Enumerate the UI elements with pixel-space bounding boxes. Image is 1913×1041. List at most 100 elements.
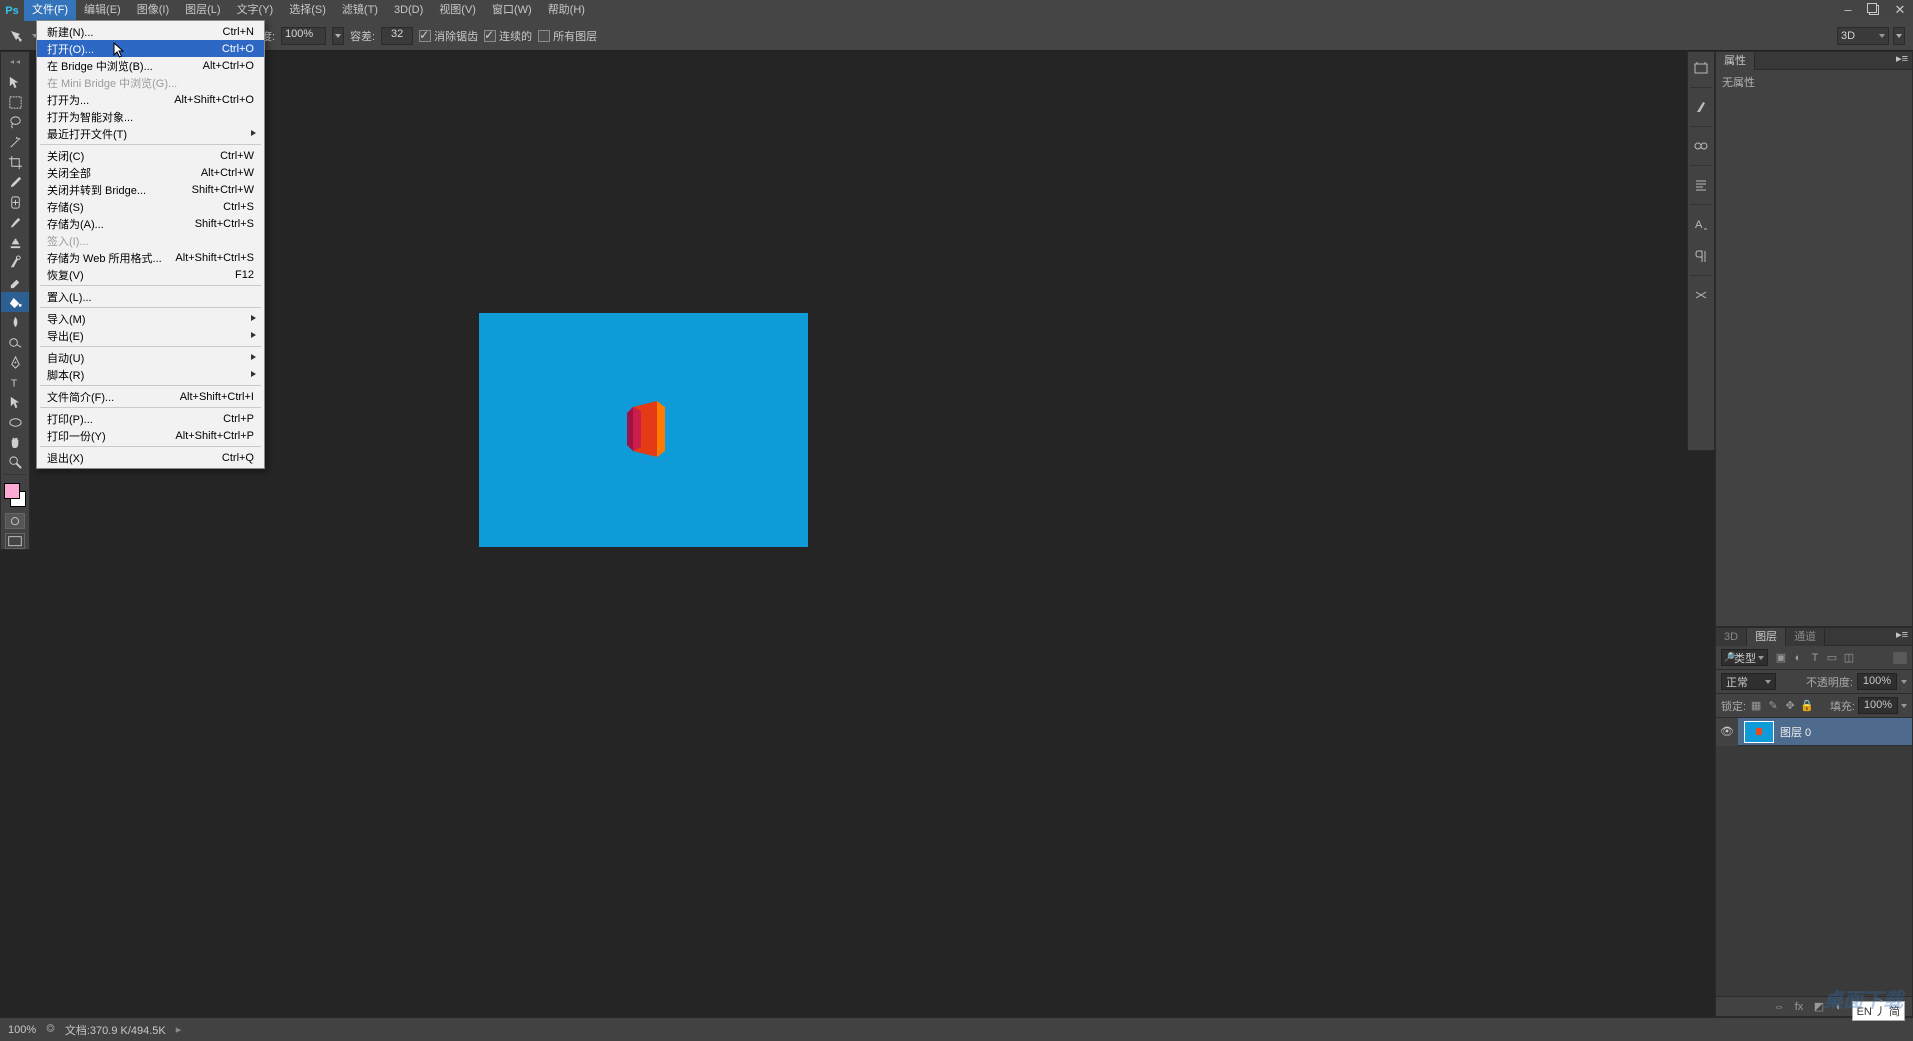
menu-item[interactable]: 打印一份(Y)Alt+Shift+Ctrl+P	[37, 427, 264, 444]
layer-item-0[interactable]: 👁 图层 0	[1716, 718, 1912, 746]
dodge-tool[interactable]	[1, 332, 29, 352]
status-zoom-value[interactable]: 100%	[8, 1024, 36, 1036]
collapse-toolbar-icon[interactable]	[1, 52, 29, 72]
tolerance-input[interactable]: 32	[381, 27, 413, 45]
menu-item[interactable]: 置入(L)...	[37, 288, 264, 305]
chevron-down-icon[interactable]	[1901, 680, 1907, 684]
panel-paragraph-icon[interactable]	[1688, 171, 1714, 199]
menu-item[interactable]: 打印(P)...Ctrl+P	[37, 410, 264, 427]
layer-filter-type-select[interactable]: 类型	[1721, 649, 1768, 666]
screenmode-button[interactable]	[5, 533, 25, 549]
menu-item[interactable]: 关闭并转到 Bridge...Shift+Ctrl+W	[37, 181, 264, 198]
clone-stamp-tool[interactable]	[1, 232, 29, 252]
menu-item[interactable]: 脚本(R)	[37, 366, 264, 383]
menu-item[interactable]: 存储为(A)...Shift+Ctrl+S	[37, 215, 264, 232]
layer-fill-input[interactable]: 100%	[1858, 697, 1898, 714]
status-zoom-icon[interactable]: ⭗	[46, 1023, 55, 1036]
type-tool[interactable]: T	[1, 372, 29, 392]
menu-item[interactable]: 在 Bridge 中浏览(B)...Alt+Ctrl+O	[37, 57, 264, 74]
panel-brush-icon[interactable]	[1688, 93, 1714, 121]
chevron-down-icon[interactable]	[1901, 704, 1907, 708]
workspace-3d-select[interactable]: 3D	[1837, 27, 1889, 45]
lock-image-icon[interactable]: ✎	[1766, 699, 1780, 713]
menu-item[interactable]: 导出(E)	[37, 327, 264, 344]
move-tool[interactable]	[1, 72, 29, 92]
menu-item[interactable]: 关闭(C)Ctrl+W	[37, 147, 264, 164]
menu-layer[interactable]: 图层(L)	[177, 0, 228, 21]
lock-transparency-icon[interactable]: ▦	[1749, 699, 1763, 713]
panel-character-icon[interactable]: A	[1688, 210, 1714, 238]
paint-bucket-tool[interactable]	[1, 292, 29, 312]
menu-help[interactable]: 帮助(H)	[540, 0, 593, 21]
menu-image[interactable]: 图像(I)	[129, 0, 177, 21]
lock-position-icon[interactable]: ✥	[1783, 699, 1797, 713]
panel-clone-icon[interactable]	[1688, 132, 1714, 160]
layer-name-label[interactable]: 图层 0	[1780, 724, 1811, 740]
panel-tools-icon[interactable]	[1688, 281, 1714, 309]
status-arrow-icon[interactable]: ▸	[176, 1023, 182, 1036]
menu-filter[interactable]: 滤镜(T)	[334, 0, 386, 21]
crop-tool[interactable]	[1, 152, 29, 172]
opacity-input[interactable]: 100%	[281, 27, 326, 45]
filter-adjustment-icon[interactable]: ◐	[1791, 651, 1805, 665]
pen-tool[interactable]	[1, 352, 29, 372]
layer-list[interactable]: 👁 图层 0	[1716, 718, 1912, 996]
eraser-tool[interactable]	[1, 272, 29, 292]
all-layers-checkbox[interactable]: 所有图层	[538, 28, 597, 44]
menu-edit[interactable]: 编辑(E)	[76, 0, 129, 21]
link-layers-icon[interactable]: ⇔	[1772, 1000, 1786, 1014]
menu-item[interactable]: 新建(N)...Ctrl+N	[37, 23, 264, 40]
tab-layers[interactable]: 图层	[1747, 628, 1786, 646]
panel-paragraph2-icon[interactable]	[1688, 242, 1714, 270]
window-restore-button[interactable]	[1861, 0, 1887, 19]
blur-tool[interactable]	[1, 312, 29, 332]
filter-type-icon[interactable]: T	[1808, 651, 1822, 665]
menu-item[interactable]: 文件简介(F)...Alt+Shift+Ctrl+I	[37, 388, 264, 405]
layer-thumbnail[interactable]	[1744, 721, 1774, 743]
tab-properties[interactable]: 属性	[1716, 52, 1755, 70]
menu-item[interactable]: 打开为...Alt+Shift+Ctrl+O	[37, 91, 264, 108]
filter-pixel-icon[interactable]: ▣	[1774, 651, 1788, 665]
lock-all-icon[interactable]: 🔒	[1800, 699, 1814, 713]
healing-brush-tool[interactable]	[1, 192, 29, 212]
hand-tool[interactable]	[1, 432, 29, 452]
eyedropper-tool[interactable]	[1, 172, 29, 192]
tab-channels[interactable]: 通道	[1786, 628, 1825, 646]
panel-history-icon[interactable]	[1688, 54, 1714, 82]
menu-item[interactable]: 存储为 Web 所用格式...Alt+Shift+Ctrl+S	[37, 249, 264, 266]
menu-3d[interactable]: 3D(D)	[386, 0, 431, 21]
menu-item[interactable]: 关闭全部Alt+Ctrl+W	[37, 164, 264, 181]
menu-item[interactable]: 打开为智能对象...	[37, 108, 264, 125]
menu-item[interactable]: 打开(O)...Ctrl+O	[37, 40, 264, 57]
antialias-checkbox[interactable]: 消除锯齿	[419, 28, 478, 44]
panel-menu-icon[interactable]: ▸≡	[1892, 52, 1912, 69]
menu-item[interactable]: 导入(M)	[37, 310, 264, 327]
quickmask-button[interactable]	[5, 513, 25, 529]
workspace-menu-icon[interactable]	[1893, 27, 1905, 45]
window-close-button[interactable]: ✕	[1887, 0, 1913, 19]
foreground-color-swatch[interactable]	[4, 483, 20, 499]
document-canvas[interactable]	[479, 313, 808, 547]
status-doc-info[interactable]: 文档:370.9 K/494.5K	[65, 1022, 166, 1038]
menu-file[interactable]: 文件(F)	[24, 0, 76, 21]
zoom-tool[interactable]	[1, 452, 29, 472]
history-brush-tool[interactable]	[1, 252, 29, 272]
path-selection-tool[interactable]	[1, 392, 29, 412]
menu-item[interactable]: 自动(U)	[37, 349, 264, 366]
canvas-area[interactable]	[30, 51, 1687, 1017]
menu-item[interactable]: 存储(S)Ctrl+S	[37, 198, 264, 215]
layer-opacity-input[interactable]: 100%	[1857, 673, 1897, 690]
marquee-tool[interactable]	[1, 92, 29, 112]
lasso-tool[interactable]	[1, 112, 29, 132]
blend-mode-select[interactable]: 正常	[1721, 673, 1776, 690]
contiguous-checkbox[interactable]: 连续的	[484, 28, 532, 44]
layer-fx-icon[interactable]: fx	[1792, 1000, 1806, 1014]
magic-wand-tool[interactable]	[1, 132, 29, 152]
layer-visibility-icon[interactable]: 👁	[1716, 718, 1738, 746]
menu-window[interactable]: 窗口(W)	[484, 0, 540, 21]
brush-tool[interactable]	[1, 212, 29, 232]
filter-toggle-switch[interactable]	[1893, 652, 1907, 664]
filter-smart-icon[interactable]: ◫	[1842, 651, 1856, 665]
shape-tool[interactable]	[1, 412, 29, 432]
menu-select[interactable]: 选择(S)	[281, 0, 334, 21]
